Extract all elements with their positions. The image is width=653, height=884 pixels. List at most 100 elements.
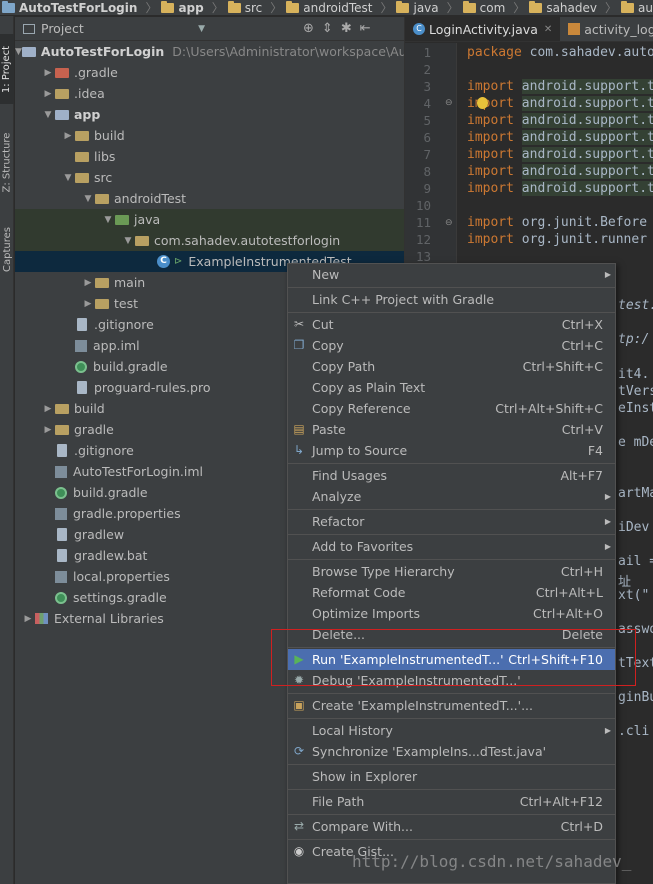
tool-tab-structure[interactable]: Z: Structure bbox=[0, 118, 14, 206]
menu-item-synchronize[interactable]: ⟳ Synchronize 'ExampleIns...dTest.java' bbox=[288, 741, 615, 762]
menu-item-show-in-explorer[interactable]: Show in Explorer bbox=[288, 766, 615, 787]
menu-item-optimize-imports[interactable]: Optimize Imports Ctrl+Alt+O bbox=[288, 603, 615, 624]
breadcrumb-java[interactable]: java bbox=[394, 0, 444, 15]
tool-tab-captures[interactable]: Captures bbox=[0, 216, 14, 282]
tool-tab-project[interactable]: 1: Project bbox=[0, 34, 14, 104]
menu-separator bbox=[288, 814, 615, 815]
expanded-arrow-icon[interactable]: ▼ bbox=[81, 194, 95, 204]
context-menu: New ▶ Link C++ Project with Gradle ✂ Cut Ct… bbox=[287, 263, 616, 884]
tree-node-java[interactable]: ▼ java bbox=[15, 209, 404, 230]
menu-item-add-to-favorites[interactable]: Add to Favorites ▶ bbox=[288, 536, 615, 557]
expanded-arrow-icon[interactable]: ▼ bbox=[61, 173, 75, 183]
code-line[interactable]: import android.support.t bbox=[467, 163, 653, 180]
folder-icon bbox=[227, 0, 241, 13]
collapsed-arrow-icon[interactable]: ▶ bbox=[41, 68, 55, 78]
tree-node-app-build[interactable]: ▶ build bbox=[15, 125, 404, 146]
menu-item-debug[interactable]: ✹ Debug 'ExampleInstrumentedT...' bbox=[288, 670, 615, 691]
menu-item-copy-path[interactable]: Copy Path Ctrl+Shift+C bbox=[288, 356, 615, 377]
file-icon bbox=[57, 444, 67, 457]
collapse-all-icon[interactable]: ⇕ bbox=[322, 21, 333, 36]
lightbulb-icon[interactable] bbox=[477, 97, 488, 109]
code-line[interactable]: import android.support.t bbox=[467, 146, 653, 163]
expanded-arrow-icon[interactable]: ▼ bbox=[101, 215, 115, 225]
breadcrumb-src[interactable]: src bbox=[226, 0, 269, 15]
code-line[interactable]: import android.support.t bbox=[467, 112, 653, 129]
menu-item-copy-plain-text[interactable]: Copy as Plain Text bbox=[288, 377, 615, 398]
breadcrumb-app[interactable]: app bbox=[159, 0, 209, 15]
breadcrumb-androidtest[interactable]: androidTest bbox=[284, 0, 378, 15]
code-line[interactable]: import android.support.t bbox=[467, 129, 653, 146]
collapsed-arrow-icon[interactable]: ▶ bbox=[61, 131, 75, 141]
tab-login-activity[interactable]: C LoginActivity.java ✕ bbox=[405, 17, 561, 41]
tree-node-src[interactable]: ▼ src bbox=[15, 167, 404, 188]
gear-icon[interactable]: ✱ bbox=[341, 21, 352, 36]
close-icon[interactable]: ✕ bbox=[544, 24, 552, 35]
code-fragment: tVers bbox=[618, 384, 653, 399]
fold-icon[interactable]: ⊖ bbox=[445, 218, 453, 228]
breadcrumb-project[interactable]: AutoTestForLogin bbox=[0, 0, 143, 15]
watermark: http://blog.csdn.net/sahadev_ bbox=[352, 852, 632, 871]
tree-node-app[interactable]: ▼ app bbox=[15, 104, 404, 125]
properties-file-icon bbox=[55, 570, 67, 583]
tree-node-androidtest[interactable]: ▼ androidTest bbox=[15, 188, 404, 209]
menu-item-analyze[interactable]: Analyze ▶ bbox=[288, 486, 615, 507]
menu-item-run[interactable]: ▶ Run 'ExampleInstrumentedT...' Ctrl+Shift… bbox=[288, 649, 615, 670]
collapsed-arrow-icon[interactable]: ▶ bbox=[21, 614, 35, 624]
folder-icon bbox=[55, 89, 69, 99]
project-icon bbox=[23, 23, 35, 34]
expanded-arrow-icon[interactable]: ▼ bbox=[41, 110, 55, 120]
line-number: 12 bbox=[415, 232, 431, 247]
collapsed-arrow-icon[interactable]: ▶ bbox=[81, 299, 95, 309]
menu-item-jump-to-source[interactable]: ↳ Jump to Source F4 bbox=[288, 440, 615, 461]
breadcrumb-separator: 〉 bbox=[145, 1, 158, 15]
code-line[interactable]: import android.support.t bbox=[467, 78, 653, 95]
menu-item-copy[interactable]: ❐ Copy Ctrl+C bbox=[288, 335, 615, 356]
menu-item-browse-type-hierarchy[interactable]: Browse Type Hierarchy Ctrl+H bbox=[288, 561, 615, 582]
hide-panel-icon[interactable]: ⇤ bbox=[360, 21, 371, 36]
menu-separator bbox=[288, 534, 615, 535]
tree-node-libs[interactable]: libs bbox=[15, 146, 404, 167]
tree-node-gradle-dir[interactable]: ▶ .gradle bbox=[15, 62, 404, 83]
breadcrumb-separator: 〉 bbox=[446, 1, 459, 15]
code-line[interactable]: package com.sahadev.auto bbox=[467, 44, 653, 61]
scroll-from-source-icon[interactable]: ⊕ bbox=[303, 21, 314, 36]
expanded-arrow-icon[interactable]: ▼ bbox=[15, 47, 22, 57]
code-line[interactable]: import android.support.t bbox=[467, 180, 653, 197]
tab-activity-login[interactable]: activity_login bbox=[560, 17, 653, 41]
code-line[interactable]: import org.junit.Before bbox=[467, 214, 647, 231]
collapsed-arrow-icon[interactable]: ▶ bbox=[41, 425, 55, 435]
menu-item-delete[interactable]: Delete... Delete bbox=[288, 624, 615, 645]
breadcrumb-sahadev[interactable]: sahadev bbox=[527, 0, 603, 15]
collapsed-arrow-icon[interactable]: ▶ bbox=[41, 404, 55, 414]
code-line[interactable]: import android.support.t bbox=[467, 95, 653, 112]
menu-item-local-history[interactable]: Local History ▶ bbox=[288, 720, 615, 741]
breadcrumb-autotestforlogin[interactable]: autotestforlogin bbox=[619, 0, 653, 15]
project-panel-header: Project ▼ ⊕ ⇕ ✱ ⇤ bbox=[15, 17, 404, 41]
code-line[interactable]: import org.junit.runner bbox=[467, 231, 647, 248]
menu-item-reformat-code[interactable]: Reformat Code Ctrl+Alt+L bbox=[288, 582, 615, 603]
expanded-arrow-icon[interactable]: ▼ bbox=[121, 236, 135, 246]
collapsed-arrow-icon[interactable]: ▶ bbox=[41, 89, 55, 99]
menu-item-compare-with[interactable]: ⇄ Compare With... Ctrl+D bbox=[288, 816, 615, 837]
fold-icon[interactable]: ⊖ bbox=[445, 98, 453, 108]
menu-item-find-usages[interactable]: Find Usages Alt+F7 bbox=[288, 465, 615, 486]
tool-window-strip: 1: Project Z: Structure Captures bbox=[0, 16, 14, 884]
menu-item-refactor[interactable]: Refactor ▶ bbox=[288, 511, 615, 532]
menu-item-cut[interactable]: ✂ Cut Ctrl+X bbox=[288, 314, 615, 335]
tree-node-package[interactable]: ▼ com.sahadev.autotestforlogin bbox=[15, 230, 404, 251]
menu-item-create-configuration[interactable]: ▣ Create 'ExampleInstrumentedT...'... bbox=[288, 695, 615, 716]
project-view-selector[interactable]: Project ▼ bbox=[15, 21, 215, 36]
menu-item-file-path[interactable]: File Path Ctrl+Alt+F12 bbox=[288, 791, 615, 812]
tree-node-idea[interactable]: ▶ .idea bbox=[15, 83, 404, 104]
menu-item-copy-reference[interactable]: Copy Reference Ctrl+Alt+Shift+C bbox=[288, 398, 615, 419]
compare-icon: ⇄ bbox=[293, 819, 305, 833]
tree-node-root[interactable]: ▼ AutoTestForLogin D:\Users\Administrator\… bbox=[15, 41, 404, 62]
menu-item-link-cpp[interactable]: Link C++ Project with Gradle bbox=[288, 289, 615, 310]
breadcrumb-separator: 〉 bbox=[211, 1, 224, 15]
properties-file-icon bbox=[55, 507, 67, 520]
code-fragment: it4. bbox=[618, 367, 650, 382]
collapsed-arrow-icon[interactable]: ▶ bbox=[81, 278, 95, 288]
breadcrumb-com[interactable]: com bbox=[461, 0, 512, 15]
menu-item-new[interactable]: New ▶ bbox=[288, 264, 615, 285]
menu-item-paste[interactable]: ▤ Paste Ctrl+V bbox=[288, 419, 615, 440]
